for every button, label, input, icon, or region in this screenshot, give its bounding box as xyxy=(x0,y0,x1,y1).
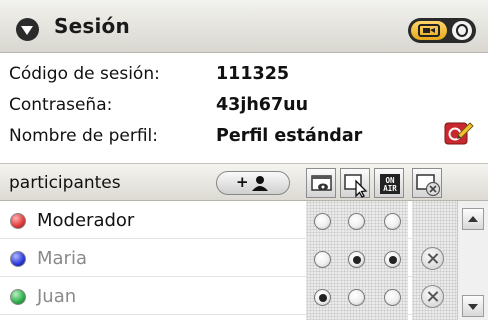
presenter-radio[interactable] xyxy=(314,289,331,306)
chevron-down-icon[interactable] xyxy=(16,18,39,41)
panel-title: Sesión xyxy=(54,14,130,38)
participants-scrollbar[interactable] xyxy=(457,201,488,320)
control-radio[interactable] xyxy=(348,289,365,306)
participant-name: Juan xyxy=(37,286,77,307)
participant-row[interactable]: Maria xyxy=(0,240,456,277)
on-air-icon[interactable]: ON AIR xyxy=(374,168,404,198)
remove-screen-icon[interactable] xyxy=(412,168,442,198)
remove-participant-button[interactable] xyxy=(421,285,444,308)
control-radio[interactable] xyxy=(348,213,365,230)
status-dot-icon xyxy=(10,289,26,305)
profile-value: Perfil estándar xyxy=(216,126,363,146)
share-record-toggle[interactable] xyxy=(408,18,476,43)
profile-label: Nombre de perfil: xyxy=(9,126,158,146)
participant-name: Moderador xyxy=(37,210,135,231)
on-air-radio[interactable] xyxy=(384,213,401,230)
scroll-up-button[interactable] xyxy=(462,208,484,230)
status-dot-icon xyxy=(10,213,26,229)
add-person-icon xyxy=(252,176,268,191)
record-icon[interactable] xyxy=(452,21,472,40)
session-header: Sesión xyxy=(0,0,488,53)
add-button-label: + xyxy=(236,173,249,191)
session-code-label: Código de sesión: xyxy=(9,64,160,84)
participant-row[interactable]: Juan xyxy=(0,278,456,315)
participants-title: participantes xyxy=(9,173,121,193)
participant-name: Maria xyxy=(37,248,87,269)
password-value: 43jh67uu xyxy=(216,95,309,115)
on-air-radio[interactable] xyxy=(384,289,401,306)
session-panel: Sesión Código de sesión: 111325 Contrase… xyxy=(0,0,488,320)
presenter-screen-icon[interactable] xyxy=(306,168,336,198)
status-dot-icon xyxy=(10,251,26,267)
remove-participant-button[interactable] xyxy=(421,247,444,270)
scroll-down-button[interactable] xyxy=(462,295,484,317)
on-air-radio[interactable] xyxy=(384,251,401,268)
presenter-radio[interactable] xyxy=(314,251,331,268)
password-label: Contraseña: xyxy=(9,95,113,115)
pointer-control-icon[interactable] xyxy=(340,168,370,198)
add-participant-button[interactable]: + xyxy=(216,171,290,195)
edit-profile-icon[interactable] xyxy=(444,120,474,146)
participants-header: participantes + ON AIR xyxy=(0,163,488,201)
screen-share-icon[interactable] xyxy=(411,21,447,40)
session-code-value: 111325 xyxy=(216,64,290,84)
participant-row[interactable]: Moderador xyxy=(0,202,456,239)
control-radio[interactable] xyxy=(348,251,365,268)
svg-text:AIR: AIR xyxy=(383,184,397,193)
presenter-radio[interactable] xyxy=(314,213,331,230)
